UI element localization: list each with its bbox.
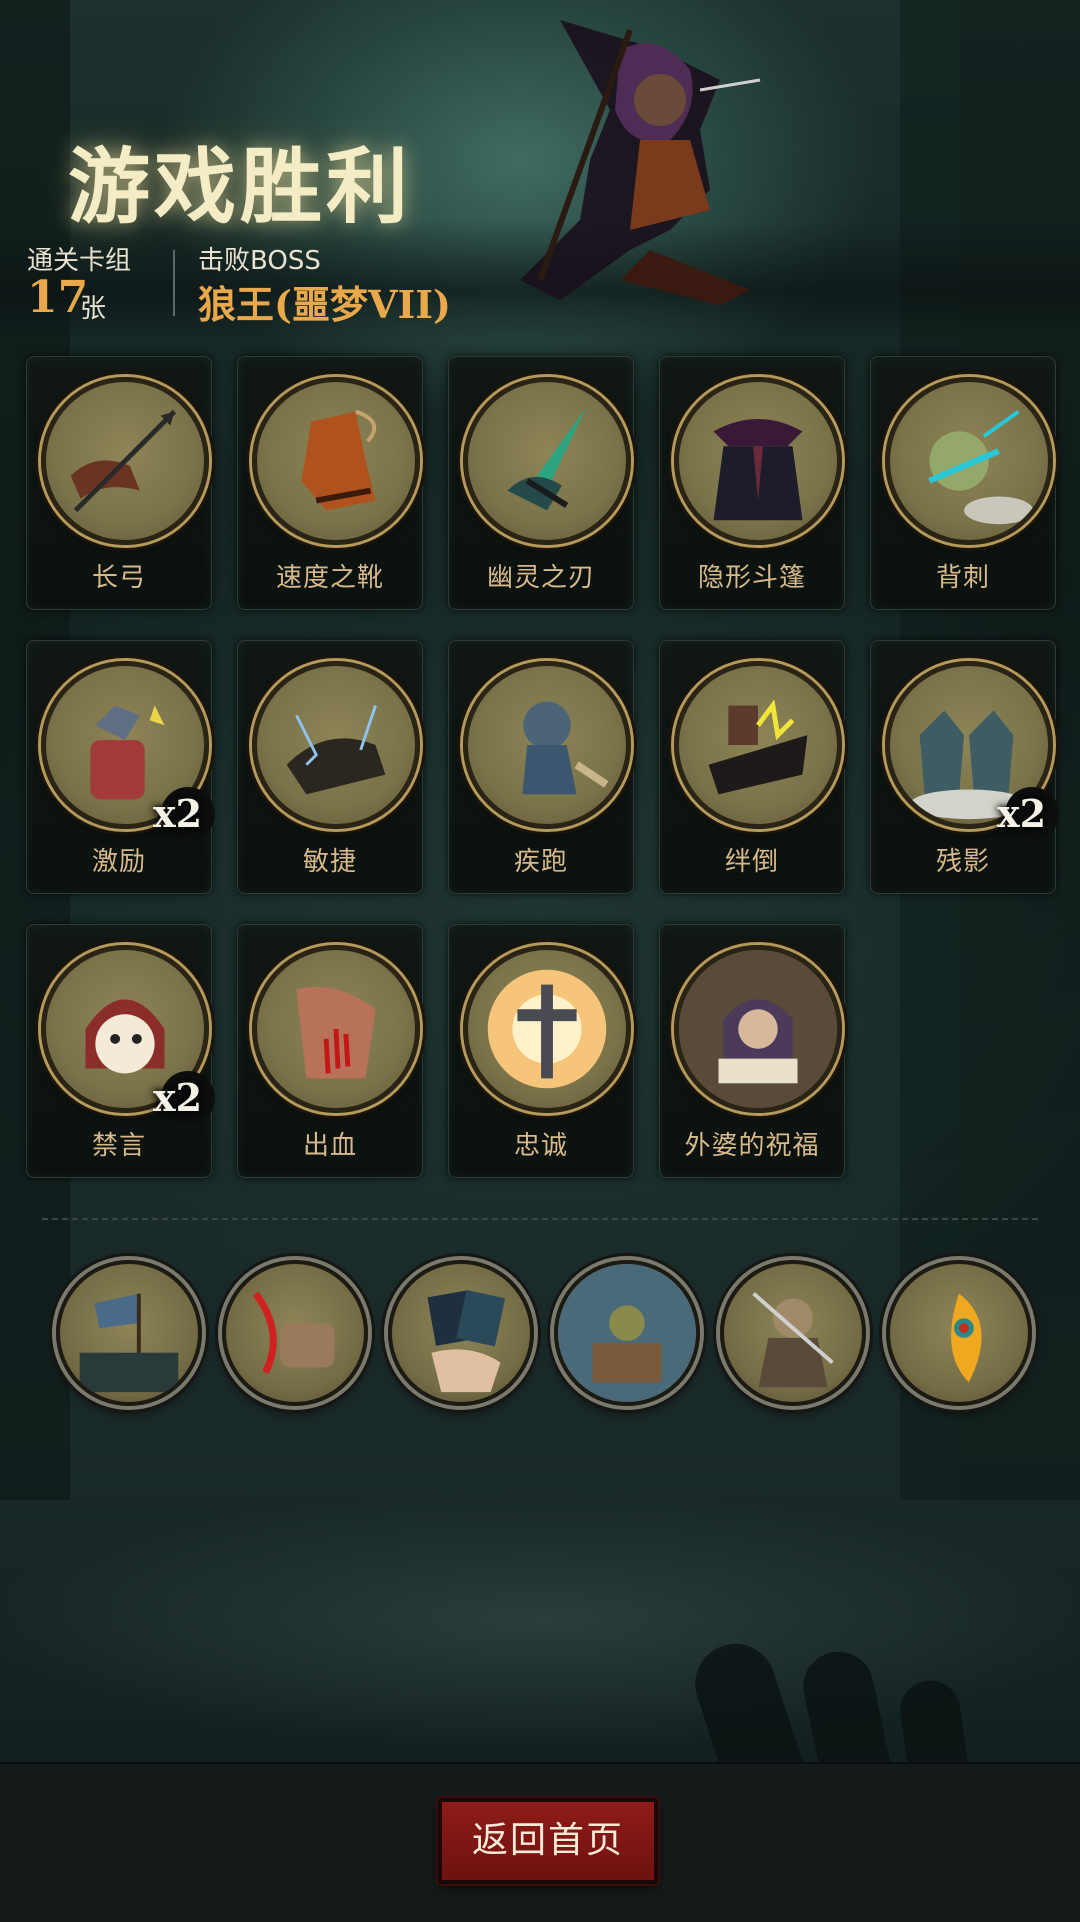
card-label: 出血: [302, 1131, 357, 1161]
card-label: 禁言: [91, 1131, 146, 1161]
invisibility-cloak-icon: [674, 377, 842, 545]
bleed-icon: [252, 945, 420, 1113]
card-label: 残影: [935, 847, 990, 877]
card-label: 激励: [91, 847, 146, 877]
card-backstab[interactable]: 背刺: [870, 356, 1056, 610]
boss-label: 击败BOSS: [198, 246, 321, 276]
card-hand-relic-icon[interactable]: [388, 1260, 534, 1406]
backstab-icon: [885, 377, 1053, 545]
card-afterimage[interactable]: x2 残影: [870, 640, 1059, 894]
card-invisibility-cloak[interactable]: 隐形斗篷: [659, 356, 845, 610]
card-label: 疾跑: [513, 847, 568, 877]
card-silence[interactable]: x2 禁言: [26, 924, 215, 1178]
phoenix-feather-relic-icon[interactable]: [886, 1260, 1032, 1406]
card-sprint[interactable]: 疾跑: [448, 640, 634, 894]
hooded-archer-illustration: [520, 20, 761, 305]
card-longbow[interactable]: 长弓: [26, 356, 212, 610]
card-trip[interactable]: 绊倒: [659, 640, 845, 894]
card-bleed[interactable]: 出血: [237, 924, 423, 1178]
card-label: 绊倒: [724, 847, 779, 877]
section-divider: [42, 1218, 1038, 1220]
card-loyalty-cross[interactable]: 忠诚: [448, 924, 634, 1178]
card-speed-boots[interactable]: 速度之靴: [237, 356, 423, 610]
card-label: 敏捷: [302, 847, 357, 877]
stat-divider: [173, 250, 175, 316]
card-label: 长弓: [91, 563, 146, 593]
warrior-relic-icon[interactable]: [720, 1260, 866, 1406]
victory-title: 游戏胜利: [68, 140, 413, 235]
grandma-blessing-icon: [674, 945, 842, 1113]
speed-boots-icon: [252, 377, 420, 545]
card-agility-panther[interactable]: 敏捷: [237, 640, 423, 894]
ghost-blade-icon: [463, 377, 631, 545]
card-label: 忠诚: [513, 1131, 568, 1161]
agility-panther-icon: [252, 661, 420, 829]
boss-name: 狼王(噩梦VII): [198, 282, 451, 327]
card-label: 幽灵之刃: [486, 563, 595, 593]
card-grandma-blessing[interactable]: 外婆的祝福: [659, 924, 845, 1178]
card-label: 速度之靴: [275, 563, 384, 593]
card-count-badge: x2: [153, 791, 203, 836]
battle-banner-relic-icon[interactable]: [56, 1260, 202, 1406]
treasure-doll-relic-icon[interactable]: [554, 1260, 700, 1406]
card-count-badge: x2: [153, 1075, 203, 1120]
card-label: 隐形斗篷: [697, 563, 806, 593]
deck-unit: 张: [80, 294, 107, 324]
card-count-badge: x2: [997, 791, 1047, 836]
card-ghost-blade[interactable]: 幽灵之刃: [448, 356, 634, 610]
trip-icon: [674, 661, 842, 829]
card-label: 背刺: [935, 563, 990, 593]
slash-gauntlet-relic-icon[interactable]: [222, 1260, 368, 1406]
card-label: 外婆的祝福: [684, 1131, 820, 1161]
return-home-button[interactable]: 返回首页: [438, 1798, 658, 1884]
card-inspire[interactable]: x2 激励: [26, 640, 215, 894]
loyalty-cross-icon: [463, 945, 631, 1113]
sprint-icon: [463, 661, 631, 829]
longbow-icon: [41, 377, 209, 545]
